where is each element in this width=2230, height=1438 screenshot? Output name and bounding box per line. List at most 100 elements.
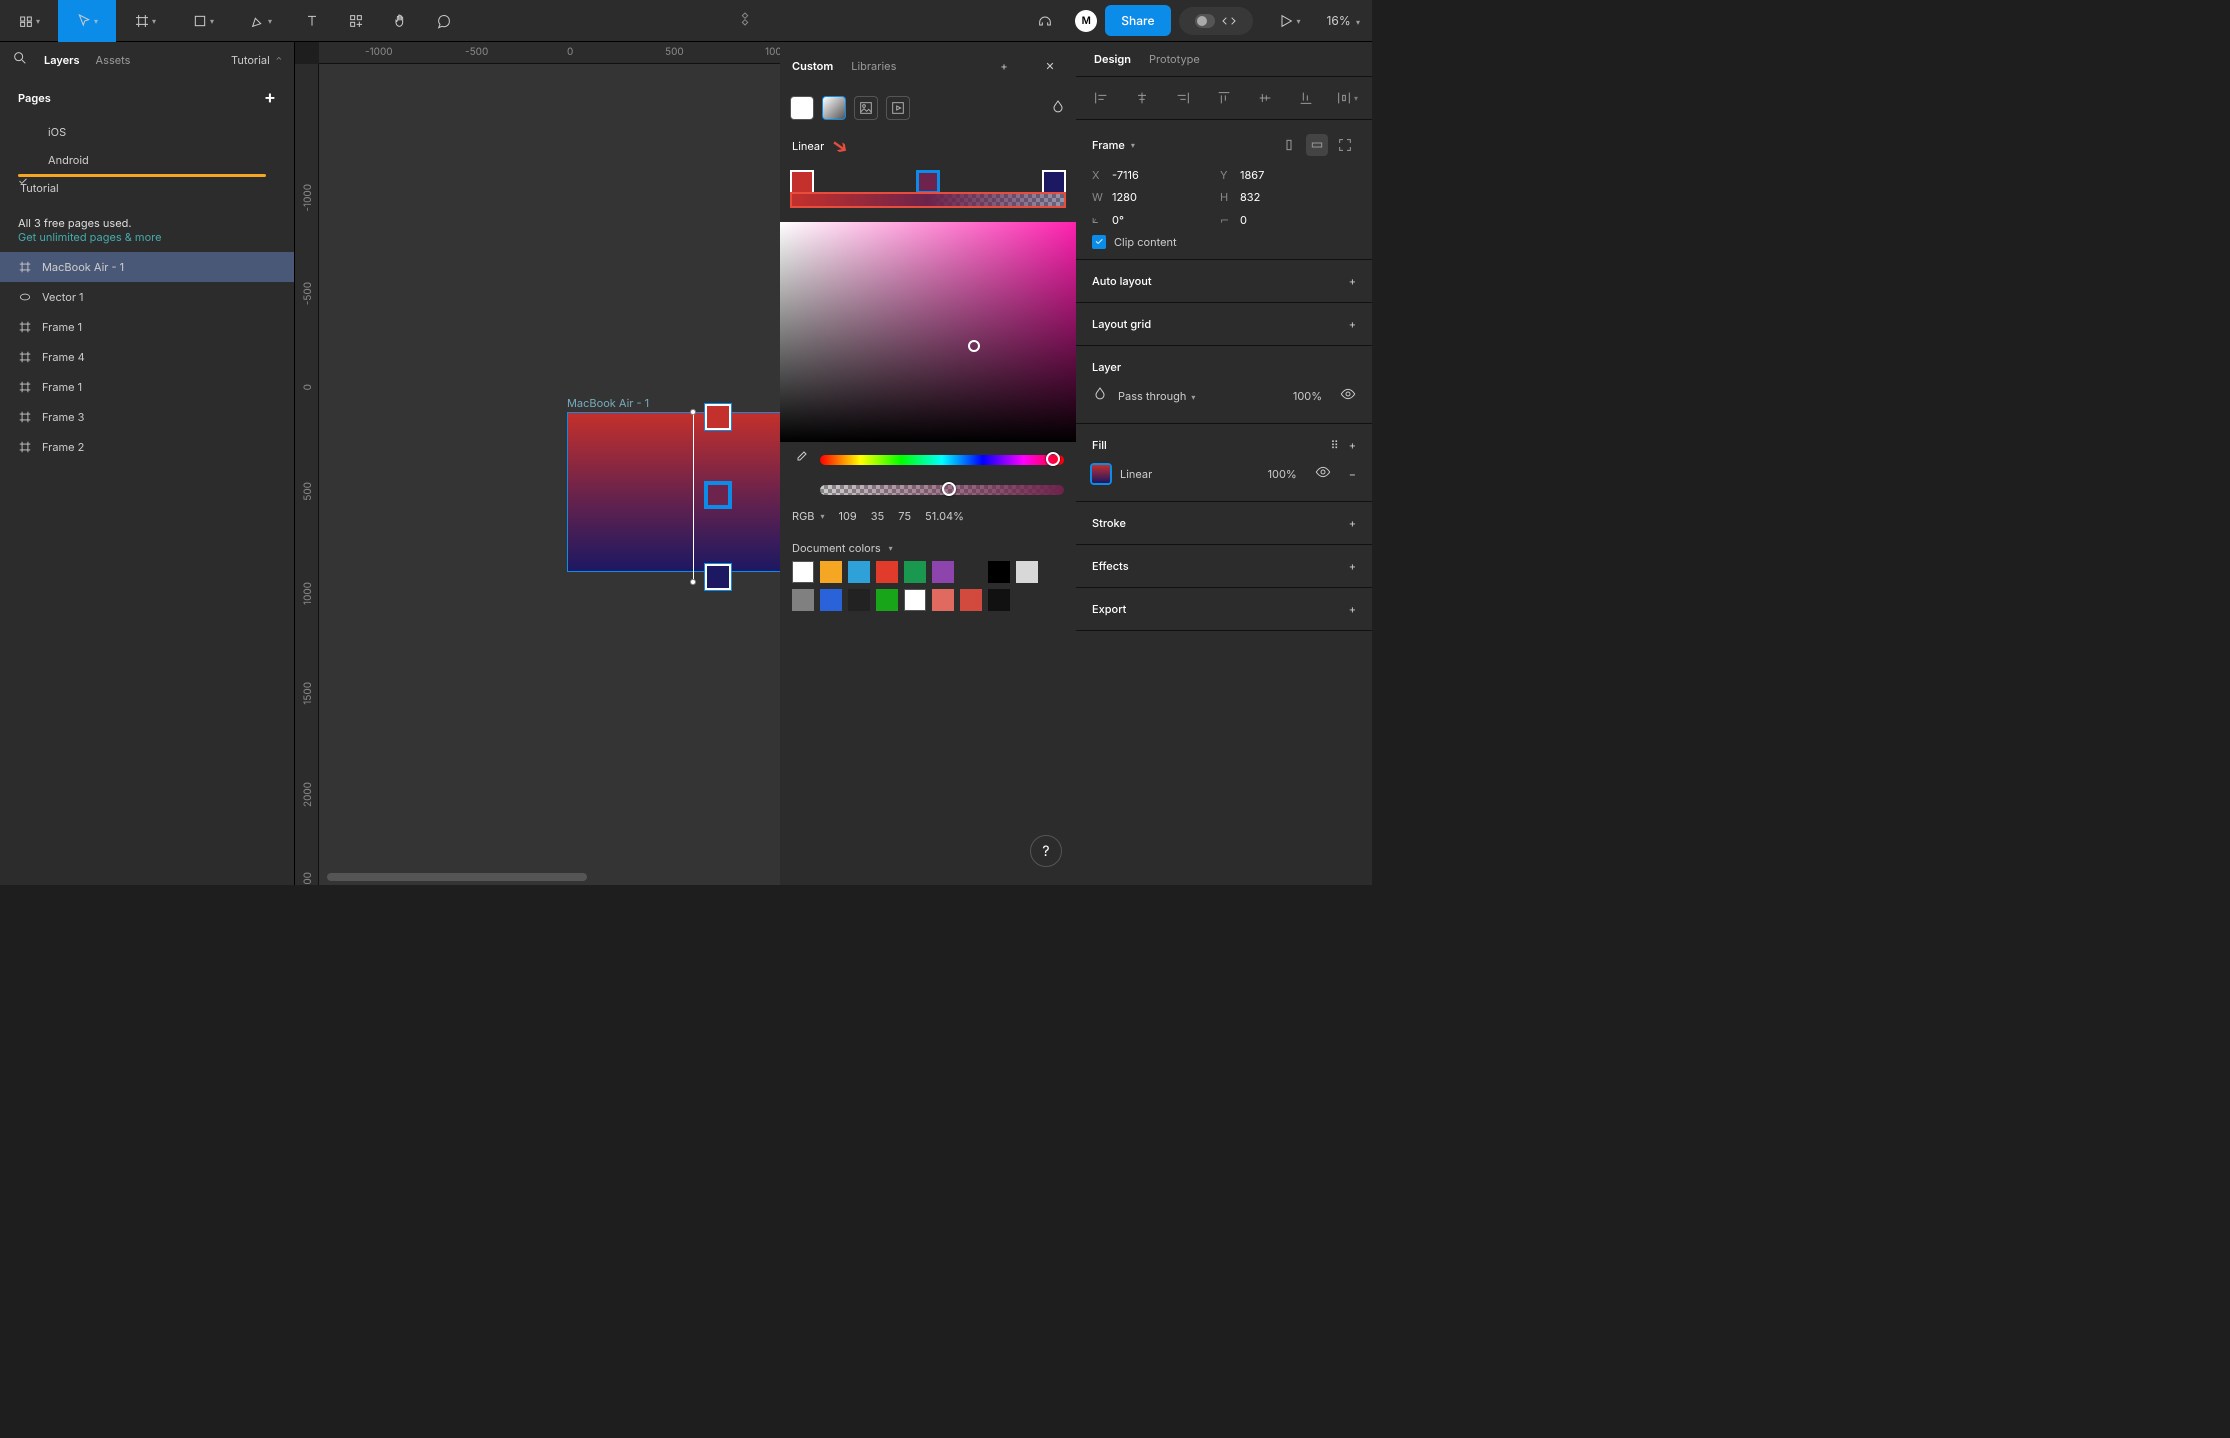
frame-tool[interactable]: ▾ bbox=[116, 0, 174, 42]
color-swatch[interactable] bbox=[932, 589, 954, 611]
layer-frame4[interactable]: Frame 4 bbox=[0, 342, 294, 372]
color-swatch[interactable] bbox=[904, 589, 926, 611]
fill-styles[interactable]: ⠿ bbox=[1331, 438, 1339, 452]
custom-tab[interactable]: Custom bbox=[792, 59, 833, 73]
hue-knob[interactable] bbox=[1046, 452, 1060, 466]
color-swatch[interactable] bbox=[792, 561, 814, 583]
field-x[interactable]: -7116 bbox=[1112, 168, 1139, 182]
layer-frame2[interactable]: Frame 2 bbox=[0, 432, 294, 462]
color-swatch[interactable] bbox=[960, 561, 982, 583]
color-b[interactable]: 75 bbox=[898, 509, 911, 523]
pen-tool[interactable]: ▾ bbox=[232, 0, 290, 42]
align-hcenter[interactable] bbox=[1131, 87, 1153, 109]
add-style-button[interactable]: + bbox=[990, 52, 1018, 80]
add-layoutgrid[interactable]: + bbox=[1349, 317, 1356, 331]
color-swatch[interactable] bbox=[848, 561, 870, 583]
field-w[interactable]: 1280 bbox=[1112, 190, 1137, 204]
share-button[interactable]: Share bbox=[1105, 5, 1170, 36]
comment-tool[interactable] bbox=[422, 0, 466, 42]
blend-mode[interactable]: Pass through ▾ bbox=[1118, 389, 1195, 403]
file-name[interactable]: Tutorial⌃ bbox=[231, 53, 282, 67]
gradient-stop-3[interactable] bbox=[1042, 170, 1066, 194]
prototype-tab[interactable]: Prototype bbox=[1149, 52, 1200, 66]
add-autolayout[interactable]: + bbox=[1349, 274, 1356, 288]
search-icon[interactable] bbox=[12, 50, 28, 69]
design-tab[interactable]: Design bbox=[1094, 52, 1131, 66]
fill-type-solid[interactable] bbox=[790, 96, 814, 120]
blend-mode-icon[interactable] bbox=[1050, 99, 1066, 118]
libraries-tab[interactable]: Libraries bbox=[851, 59, 896, 73]
color-swatch[interactable] bbox=[904, 561, 926, 583]
color-mode-select[interactable]: RGB▾ bbox=[792, 509, 825, 523]
avatar[interactable]: M bbox=[1075, 10, 1097, 32]
canvas-stop-2[interactable] bbox=[705, 482, 731, 508]
document-colors-select[interactable]: Document colors▾ bbox=[780, 529, 1076, 561]
help-button[interactable]: ? bbox=[1030, 835, 1062, 867]
move-tool[interactable]: ▾ bbox=[58, 0, 116, 42]
fill-type-video[interactable] bbox=[886, 96, 910, 120]
layer-visibility[interactable] bbox=[1340, 386, 1356, 405]
frame-title[interactable]: Frame bbox=[1092, 138, 1125, 152]
hand-tool[interactable] bbox=[378, 0, 422, 42]
fill-swatch[interactable] bbox=[1092, 465, 1110, 483]
canvas-stop-3[interactable] bbox=[705, 564, 731, 590]
layer-frame3[interactable]: Frame 3 bbox=[0, 402, 294, 432]
upsell-link[interactable]: Get unlimited pages & more bbox=[18, 230, 162, 244]
alpha-slider[interactable] bbox=[820, 485, 1064, 495]
color-swatch[interactable] bbox=[792, 589, 814, 611]
color-swatch[interactable] bbox=[848, 589, 870, 611]
saturation-cursor[interactable] bbox=[968, 340, 980, 352]
resize-horizontal[interactable] bbox=[1306, 134, 1328, 156]
color-swatch[interactable] bbox=[932, 561, 954, 583]
shape-tool[interactable]: ▾ bbox=[174, 0, 232, 42]
color-swatch[interactable] bbox=[820, 589, 842, 611]
fill-type-gradient[interactable] bbox=[822, 96, 846, 120]
saturation-box[interactable] bbox=[780, 222, 1076, 442]
color-g[interactable]: 35 bbox=[871, 509, 884, 523]
color-swatch[interactable] bbox=[820, 561, 842, 583]
color-swatch[interactable] bbox=[876, 589, 898, 611]
remove-fill[interactable]: − bbox=[1349, 467, 1356, 481]
field-radius[interactable]: 0 bbox=[1240, 213, 1247, 227]
align-bottom[interactable] bbox=[1295, 87, 1317, 109]
add-export[interactable]: + bbox=[1349, 602, 1356, 616]
artboard[interactable] bbox=[567, 412, 780, 572]
page-tutorial[interactable]: Tutorial bbox=[0, 174, 294, 202]
add-effect[interactable]: + bbox=[1349, 559, 1356, 573]
add-page-button[interactable]: + bbox=[264, 87, 276, 108]
color-a[interactable]: 51.04% bbox=[925, 509, 964, 523]
layer-macbook[interactable]: MacBook Air - 1 bbox=[0, 252, 294, 282]
add-fill[interactable]: + bbox=[1349, 438, 1356, 452]
frame-label[interactable]: MacBook Air - 1 bbox=[567, 396, 649, 410]
layer-vector1[interactable]: Vector 1 bbox=[0, 282, 294, 312]
color-swatch[interactable] bbox=[988, 561, 1010, 583]
dev-mode-toggle[interactable] bbox=[1179, 7, 1253, 35]
fill-opacity[interactable]: 100% bbox=[1268, 467, 1297, 481]
color-swatch[interactable] bbox=[960, 589, 982, 611]
scrollbar-horizontal[interactable] bbox=[327, 873, 587, 881]
resize-vertical[interactable] bbox=[1278, 134, 1300, 156]
color-swatch[interactable] bbox=[876, 561, 898, 583]
audio-button[interactable] bbox=[1023, 0, 1067, 42]
gradient-type-select[interactable]: Linear➔ bbox=[780, 126, 1076, 166]
gradient-bar[interactable] bbox=[790, 192, 1066, 208]
layer-opacity[interactable]: 100% bbox=[1293, 389, 1322, 403]
align-top[interactable] bbox=[1213, 87, 1235, 109]
layer-frame1a[interactable]: Frame 1 bbox=[0, 312, 294, 342]
canvas-viewport[interactable]: MacBook Air - 1 bbox=[319, 64, 780, 885]
assets-tab[interactable]: Assets bbox=[96, 53, 131, 67]
field-rotation[interactable]: 0° bbox=[1112, 213, 1124, 227]
layer-frame1b[interactable]: Frame 1 bbox=[0, 372, 294, 402]
gradient-end-bottom[interactable] bbox=[690, 579, 696, 585]
fill-visibility[interactable] bbox=[1315, 464, 1331, 483]
gradient-end-top[interactable] bbox=[690, 409, 696, 415]
layers-tab[interactable]: Layers bbox=[44, 53, 80, 67]
fill-type-image[interactable] bbox=[854, 96, 878, 120]
align-vcenter[interactable] bbox=[1254, 87, 1276, 109]
field-y[interactable]: 1867 bbox=[1240, 168, 1264, 182]
zoom-level[interactable]: 16% ▾ bbox=[1327, 13, 1361, 28]
resources-tool[interactable] bbox=[334, 0, 378, 42]
close-panel-button[interactable]: ✕ bbox=[1036, 52, 1064, 80]
gradient-stop-1[interactable] bbox=[790, 170, 814, 194]
page-android[interactable]: Android bbox=[0, 146, 294, 174]
